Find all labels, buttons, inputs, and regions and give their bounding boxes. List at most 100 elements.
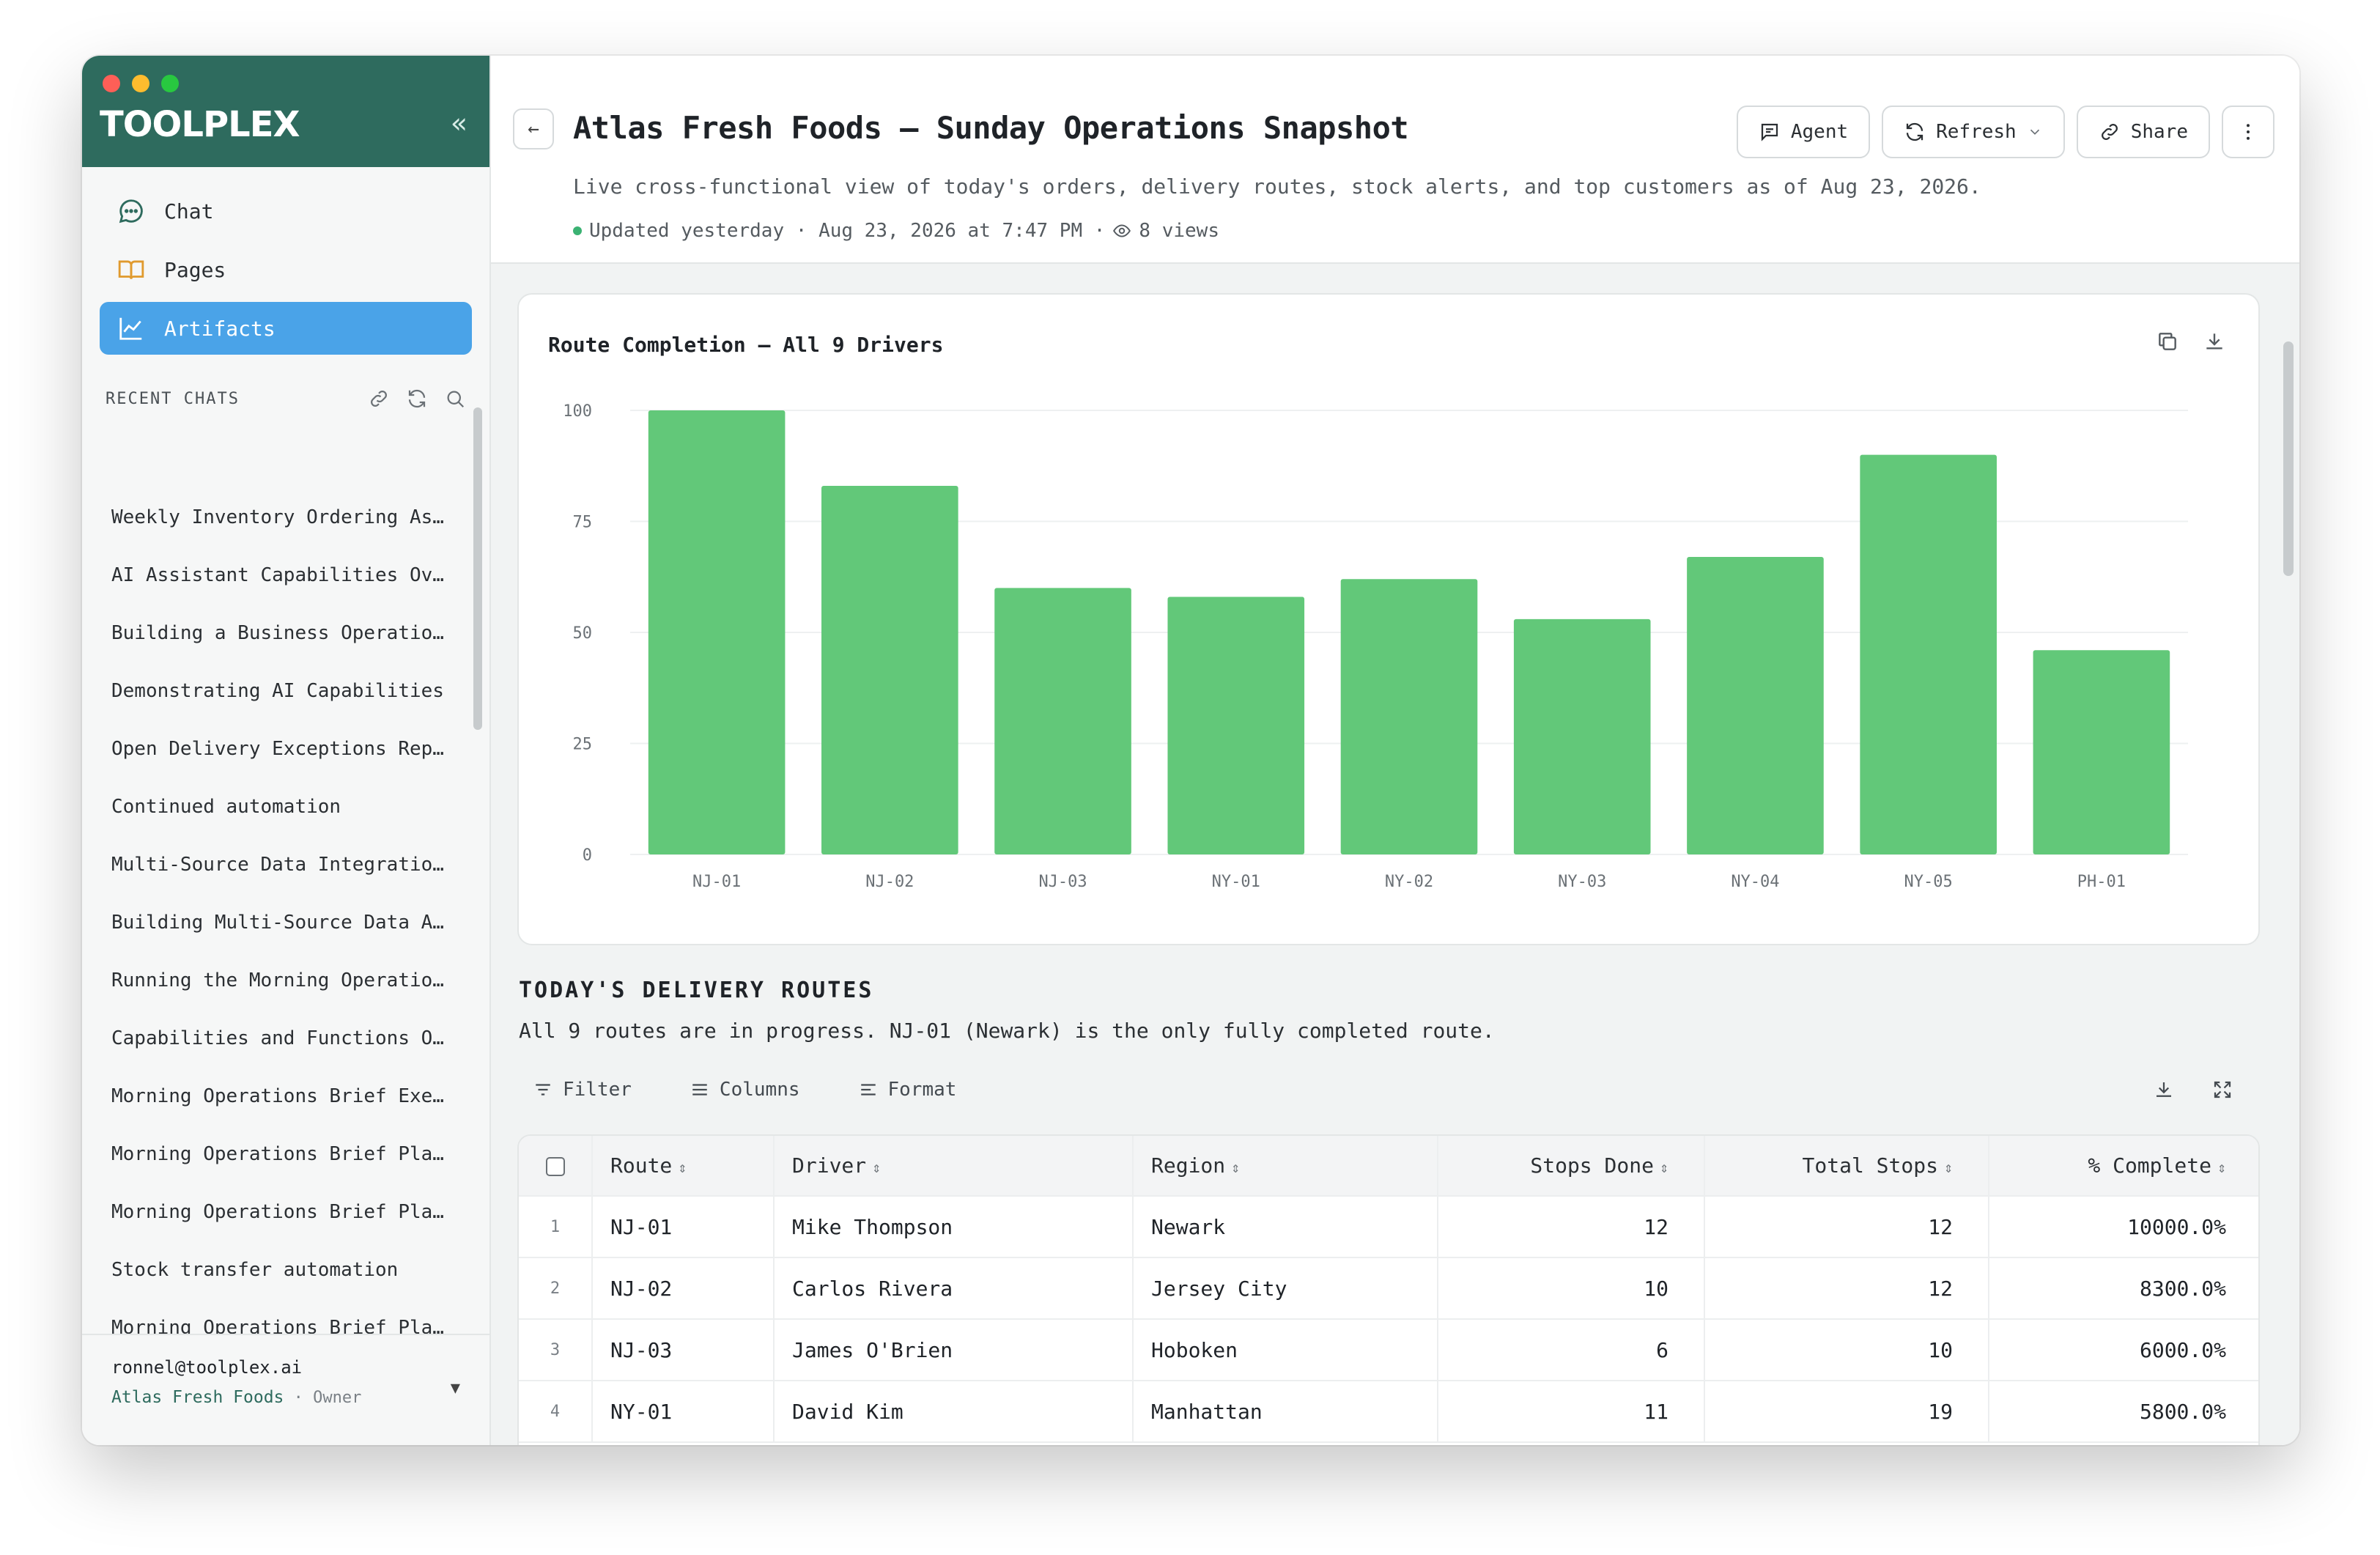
cell-route: NJ-02 <box>592 1257 775 1320</box>
x-tick-label: NJ-01 <box>692 873 741 891</box>
account-org-line: Atlas Fresh Foods · Owner <box>111 1388 460 1407</box>
filter-button[interactable]: Filter <box>519 1079 632 1101</box>
page-title: Atlas Fresh Foods — Sunday Operations Sn… <box>573 110 1409 146</box>
sort-icon[interactable]: ⇕ <box>2217 1159 2226 1176</box>
sidebar-header: TOOLPLEX « <box>82 56 489 167</box>
app-window: TOOLPLEX « Chat Pages Artifacts RECENT C… <box>82 56 2299 1445</box>
nav-item-chat[interactable]: Chat <box>100 185 472 237</box>
download-icon[interactable] <box>2153 1079 2175 1101</box>
search-icon[interactable] <box>444 388 466 410</box>
cell-percent-complete: 10000.0% <box>1989 1196 2258 1258</box>
cell-region: Manhattan <box>1133 1381 1438 1443</box>
column-header-label: Total Stops <box>1802 1153 1938 1178</box>
recent-chat-item[interactable]: Running the Morning Operatio… <box>82 951 463 1009</box>
cell-driver: Mike Thompson <box>774 1196 1134 1258</box>
table-header-row: Route ⇕ Driver ⇕ Region ⇕ Stops Done ⇕ Total… <box>519 1136 2258 1197</box>
sort-icon[interactable]: ⇕ <box>1944 1159 1953 1176</box>
sort-icon[interactable]: ⇕ <box>1660 1159 1668 1176</box>
page-header: ← Atlas Fresh Foods — Sunday Operations … <box>491 56 2299 264</box>
recent-chat-item[interactable]: Building Multi-Source Data A… <box>82 893 463 951</box>
nav-label: Chat <box>164 199 214 224</box>
columns-button[interactable]: Columns <box>676 1079 800 1101</box>
sort-icon[interactable]: ⇕ <box>872 1159 881 1176</box>
cell-total-stops: 19 <box>1704 1381 1989 1443</box>
link-icon[interactable] <box>368 388 390 410</box>
routes-section-title: TODAY'S DELIVERY ROUTES <box>519 978 874 1003</box>
collapse-sidebar-icon[interactable]: « <box>451 107 468 139</box>
recent-chat-item[interactable]: Morning Operations Brief Pla… <box>82 1125 463 1183</box>
live-status-dot <box>573 226 582 235</box>
column-header-label: Region <box>1151 1153 1226 1178</box>
refresh-icon <box>1907 122 1923 141</box>
account-email: ronnel@toolplex.ai <box>111 1357 303 1378</box>
table-row[interactable]: 1 NJ-01 Mike Thompson Newark 12 12 10000… <box>519 1196 2258 1258</box>
routes-table: Route ⇕ Driver ⇕ Region ⇕ Stops Done ⇕ Total… <box>519 1136 2258 1443</box>
format-label: Format <box>887 1079 957 1101</box>
bar-nj-03 <box>994 588 1131 854</box>
refresh-icon[interactable] <box>406 388 428 410</box>
cell-stops-done: 6 <box>1438 1319 1705 1381</box>
link-icon <box>2101 124 2118 140</box>
recent-chat-item[interactable]: Demonstrating AI Capabilities <box>82 662 463 720</box>
column-header-stops-done[interactable]: Stops Done ⇕ <box>1438 1136 1705 1197</box>
book-icon <box>118 260 144 279</box>
format-button[interactable]: Format <box>844 1079 957 1101</box>
cell-driver: Carlos Rivera <box>774 1257 1134 1320</box>
cell-stops-done: 11 <box>1438 1381 1705 1443</box>
nav-label: Artifacts <box>164 316 276 341</box>
sidebar-nav: Chat Pages Artifacts <box>82 167 489 355</box>
nav-item-artifacts[interactable]: Artifacts <box>100 302 472 355</box>
back-button[interactable]: ← <box>513 108 554 149</box>
recent-chat-item[interactable]: Building a Business Operatio… <box>82 604 463 662</box>
cell-route: NJ-01 <box>592 1196 775 1258</box>
recent-chat-item[interactable]: Weekly Inventory Ordering As… <box>82 488 463 546</box>
maximize-window-button[interactable] <box>161 75 179 92</box>
table-row[interactable]: 4 NY-01 David Kim Manhattan 11 19 5800.0… <box>519 1381 2258 1443</box>
recent-chats-header: RECENT CHATS <box>106 384 466 413</box>
column-header-driver[interactable]: Driver ⇕ <box>774 1136 1134 1197</box>
column-header-percent-complete[interactable]: % Complete ⇕ <box>1989 1136 2258 1197</box>
recent-chat-item[interactable]: Morning Operations Brief Exe… <box>82 1067 463 1125</box>
refresh-button[interactable]: Refresh <box>1882 106 2065 158</box>
recent-chat-item[interactable]: Capabilities and Functions O… <box>82 1009 463 1067</box>
x-tick-label: NY-01 <box>1212 873 1260 891</box>
download-icon[interactable] <box>2203 330 2226 353</box>
x-tick-label: NJ-03 <box>1038 873 1087 891</box>
main-scrollbar[interactable] <box>2283 341 2294 576</box>
recent-chat-item[interactable]: AI Assistant Capabilities Ov… <box>82 546 463 604</box>
expand-icon[interactable] <box>2211 1079 2233 1101</box>
sidebar-scrollbar[interactable] <box>473 407 482 730</box>
column-header-region[interactable]: Region ⇕ <box>1133 1136 1438 1197</box>
bar-nj-02 <box>821 486 958 854</box>
select-all-checkbox[interactable] <box>545 1157 565 1176</box>
table-row[interactable]: 3 NJ-03 James O'Brien Hoboken 6 10 6000.… <box>519 1319 2258 1381</box>
chevron-down-icon[interactable] <box>2027 124 2043 140</box>
agent-label: Agent <box>1790 121 1849 143</box>
recent-chat-item[interactable]: Open Delivery Exceptions Rep… <box>82 720 463 778</box>
share-button[interactable]: Share <box>2076 106 2210 158</box>
cell-total-stops: 12 <box>1704 1257 1989 1320</box>
recent-chat-item[interactable]: Continued automation <box>82 778 463 835</box>
column-header-total-stops[interactable]: Total Stops ⇕ <box>1704 1136 1989 1197</box>
recent-chat-item[interactable]: Morning Operations Brief Pla… <box>82 1183 463 1241</box>
sort-icon[interactable]: ⇕ <box>1231 1159 1240 1176</box>
recent-chat-item[interactable]: Stock transfer automation <box>82 1241 463 1299</box>
chevron-down-icon[interactable]: ▼ <box>451 1379 460 1397</box>
more-vertical-icon <box>2247 124 2250 140</box>
select-all-checkbox-cell <box>519 1136 593 1197</box>
more-options-button[interactable] <box>2222 106 2274 158</box>
sort-icon[interactable]: ⇕ <box>678 1159 687 1176</box>
table-row[interactable]: 2 NJ-02 Carlos Rivera Jersey City 10 12 … <box>519 1257 2258 1320</box>
close-window-button[interactable] <box>103 75 120 92</box>
copy-icon[interactable] <box>2156 330 2179 353</box>
minimize-window-button[interactable] <box>132 75 149 92</box>
route-completion-chart: 0 25 50 75 100 NJ-01 NJ-02 NJ-03 NY-01 NY-02 NY-03… <box>563 402 2188 891</box>
cell-percent-complete: 6000.0% <box>1989 1319 2258 1381</box>
x-tick-label: PH-01 <box>2077 873 2126 891</box>
updated-text: Updated yesterday · Aug 23, 2026 at 7:47… <box>589 220 1106 242</box>
recent-chat-item[interactable]: Multi-Source Data Integratio… <box>82 835 463 893</box>
agent-button[interactable]: Agent <box>1736 106 1871 158</box>
account-switcher[interactable]: ronnel@toolplex.ai Atlas Fresh Foods · O… <box>82 1334 489 1445</box>
nav-item-pages[interactable]: Pages <box>100 243 472 296</box>
column-header-route[interactable]: Route ⇕ <box>592 1136 775 1197</box>
